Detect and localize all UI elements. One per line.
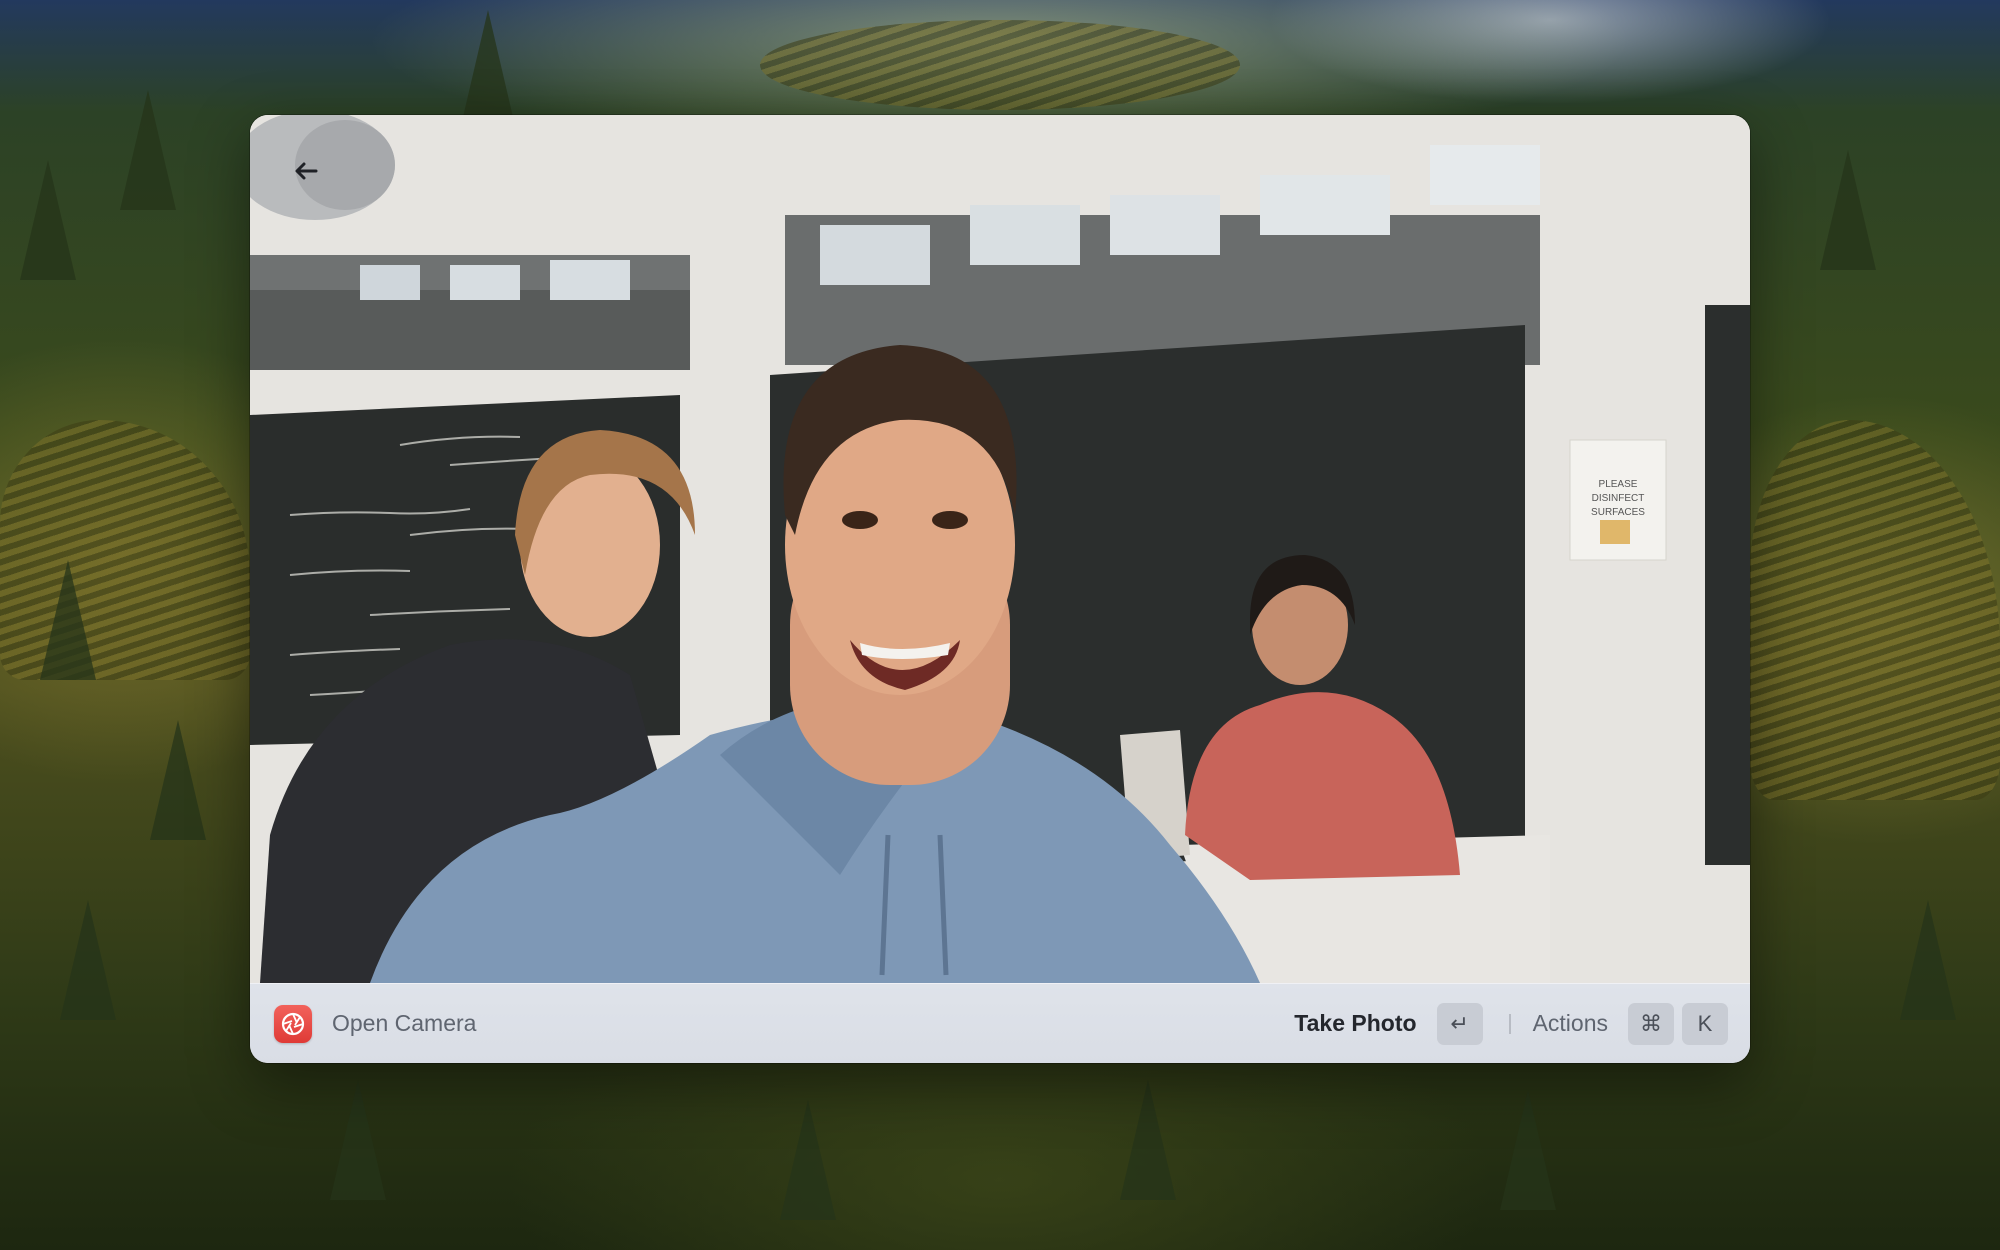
vineyard-rows-left: [0, 420, 250, 680]
poster-line-1: PLEASE: [1599, 479, 1638, 490]
bar-divider: [1508, 1013, 1511, 1034]
tree: [1500, 1090, 1556, 1210]
tree: [780, 1100, 836, 1220]
return-key-hint: ↵: [1436, 1002, 1483, 1045]
vineyard-rows-top: [760, 20, 1240, 110]
tree: [1820, 150, 1876, 270]
back-button[interactable]: [286, 151, 326, 191]
camera-feed-image: PLEASE DISINFECT SURFACES: [250, 115, 1750, 983]
poster-line-2: DISINFECT: [1592, 493, 1645, 504]
actions-button[interactable]: Actions: [1533, 1010, 1608, 1037]
command-title: Open Camera: [332, 1010, 477, 1036]
tree: [1900, 900, 1956, 1020]
poster-line-3: SURFACES: [1591, 507, 1645, 518]
action-bar: Open Camera Take Photo ↵ Actions ⌘ K: [250, 983, 1750, 1063]
camera-window: PLEASE DISINFECT SURFACES Open Camera Ta…: [250, 115, 1750, 1063]
tree: [330, 1080, 386, 1200]
vineyard-rows-right: [1750, 420, 2000, 800]
tree: [120, 90, 176, 210]
tree: [40, 560, 96, 680]
tree: [460, 10, 516, 130]
camera-preview: PLEASE DISINFECT SURFACES: [250, 115, 1750, 983]
command-key-hint: ⌘: [1628, 1002, 1674, 1045]
tree: [1120, 1080, 1176, 1200]
tree: [20, 160, 76, 280]
take-photo-button[interactable]: Take Photo: [1294, 1010, 1416, 1037]
k-key-hint: K: [1682, 1002, 1728, 1045]
tree: [60, 900, 116, 1020]
tree: [150, 720, 206, 840]
arrow-left-icon: [295, 162, 318, 180]
camera-aperture-icon: [274, 1004, 312, 1043]
